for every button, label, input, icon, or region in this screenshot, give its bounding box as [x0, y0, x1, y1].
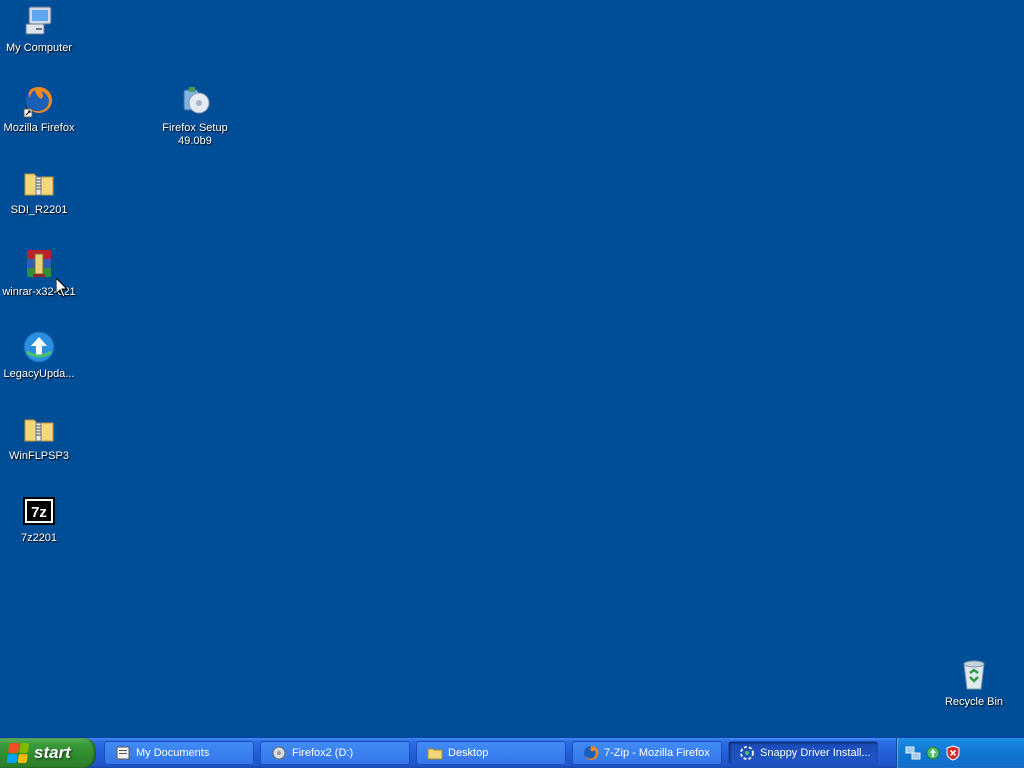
- desktop-icon-mozilla-firefox[interactable]: Mozilla Firefox: [0, 84, 79, 135]
- taskbar-button-desktop[interactable]: Desktop: [416, 741, 566, 765]
- taskbar-button-label: Snappy Driver Install...: [760, 747, 871, 759]
- 7zip-icon: 7z: [22, 494, 56, 528]
- taskbar-button-label: 7-Zip - Mozilla Firefox: [604, 747, 710, 759]
- legacy-update-icon: [22, 330, 56, 364]
- firefox-icon: [22, 84, 56, 118]
- update-icon[interactable]: [925, 745, 941, 761]
- system-tray: [896, 738, 1024, 768]
- documents-icon: [115, 745, 131, 761]
- windows-logo-icon: [6, 743, 30, 763]
- taskbar-button-label: My Documents: [136, 747, 210, 759]
- desktop-icon-my-computer[interactable]: My Computer: [0, 4, 79, 55]
- desktop-icon-label: SDI_R2201: [10, 204, 68, 216]
- installer-icon: [178, 84, 212, 118]
- taskbar-button-7zip-firefox[interactable]: 7-Zip - Mozilla Firefox: [572, 741, 722, 765]
- desktop-icon-firefox-setup[interactable]: Firefox Setup 49.0b9: [155, 84, 235, 148]
- desktop-icon-label: 7z2201: [20, 532, 58, 544]
- desktop-icon-label: My Computer: [5, 42, 73, 54]
- firefox-icon: [583, 745, 599, 761]
- folder-icon: [427, 745, 443, 761]
- start-button[interactable]: start: [0, 738, 96, 768]
- zip-folder-icon: [22, 412, 56, 446]
- desktop-icon-label: Firefox Setup 49.0b9: [162, 122, 228, 147]
- desktop-icon-legacy-update[interactable]: LegacyUpda...: [0, 330, 79, 381]
- recycle-bin-icon: [957, 658, 991, 692]
- taskbar-button-label: Firefox2 (D:): [292, 747, 354, 759]
- desktop-icon-label: LegacyUpda...: [3, 368, 75, 380]
- desktop-icon-sdi[interactable]: SDI_R2201: [0, 166, 79, 217]
- taskbar-button-firefox2-drive[interactable]: Firefox2 (D:): [260, 741, 410, 765]
- winrar-icon: [22, 248, 56, 282]
- desktop: My Computer Mozilla Firefox Firefox Setu…: [0, 0, 1024, 738]
- my-computer-icon: [22, 4, 56, 38]
- desktop-icon-label: Mozilla Firefox: [3, 122, 75, 134]
- desktop-icon-recycle-bin[interactable]: Recycle Bin: [934, 658, 1014, 709]
- zip-folder-icon: [22, 166, 56, 200]
- desktop-icon-7z2201[interactable]: 7z 7z2201: [0, 494, 79, 545]
- network-icon[interactable]: [905, 745, 921, 761]
- desktop-icon-winflpsp3[interactable]: WinFLPSP3: [0, 412, 79, 463]
- security-alert-icon[interactable]: [945, 745, 961, 761]
- taskbar-buttons: My Documents Firefox2 (D:) Desktop 7-Zip…: [104, 741, 878, 765]
- taskbar-button-my-documents[interactable]: My Documents: [104, 741, 254, 765]
- desktop-icon-label: WinFLPSP3: [9, 450, 69, 462]
- taskbar: start My Documents Firefox2 (D:) Desktop…: [0, 737, 1024, 768]
- drive-icon: [271, 745, 287, 761]
- taskbar-button-label: Desktop: [448, 747, 489, 759]
- svg-text:7z: 7z: [31, 504, 47, 521]
- snappy-driver-icon: [739, 745, 755, 761]
- mouse-cursor-icon: [56, 278, 68, 298]
- desktop-icon-label: Recycle Bin: [944, 696, 1004, 708]
- taskbar-button-snappy-driver[interactable]: Snappy Driver Install...: [728, 741, 878, 765]
- start-label: start: [34, 743, 71, 762]
